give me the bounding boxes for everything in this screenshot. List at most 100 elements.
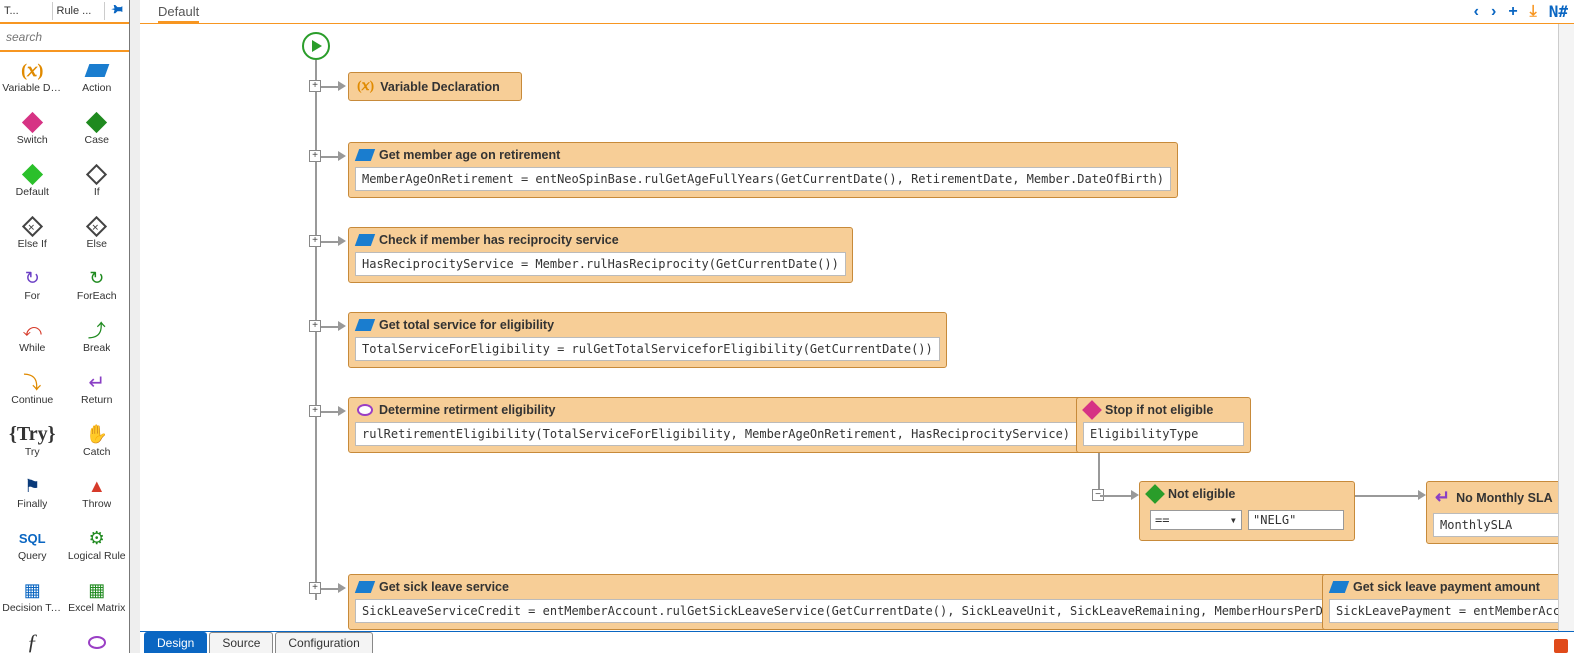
- node-determine-eligibility[interactable]: Determine retirment eligibility rulRetir…: [348, 397, 1084, 453]
- node-no-monthly-sla[interactable]: ↵ No Monthly SLA MonthlySLA: [1426, 481, 1574, 544]
- palette-label: Case: [84, 134, 109, 146]
- palette-label: While: [19, 342, 45, 354]
- tab-source[interactable]: Source: [209, 632, 273, 653]
- arrowhead-icon: [338, 321, 346, 331]
- palette-label: Catch: [83, 446, 110, 458]
- case-value-input[interactable]: "NELG": [1248, 510, 1344, 530]
- palette-label: Query: [18, 550, 47, 562]
- palette-while[interactable]: ⤺While: [0, 318, 65, 370]
- palette-else-if[interactable]: ✕Else If: [0, 214, 65, 266]
- node-code[interactable]: HasReciprocityService = Member.rulHasRec…: [355, 252, 846, 276]
- main-header: Default ‹ › + ⤓ N#: [140, 0, 1574, 24]
- decision-table-icon: ▦: [24, 578, 41, 602]
- node-total-service[interactable]: Get total service for eligibility TotalS…: [348, 312, 947, 368]
- nhash-icon[interactable]: N#: [1549, 2, 1568, 21]
- palette-label: Switch: [17, 134, 48, 146]
- palette-rule-call[interactable]: [65, 630, 130, 653]
- node-sick-leave-payment[interactable]: Get sick leave payment amount SickLeaveP…: [1322, 574, 1574, 630]
- error-indicator-icon[interactable]: [1554, 639, 1568, 653]
- palette-finally[interactable]: ⚑Finally: [0, 474, 65, 526]
- node-title: Get sick leave service: [379, 580, 509, 594]
- break-icon: ⤴: [88, 318, 106, 342]
- expand-toggle[interactable]: +: [309, 235, 321, 247]
- palette-return[interactable]: ↵Return: [65, 370, 130, 422]
- node-code[interactable]: MemberAgeOnRetirement = entNeoSpinBase.r…: [355, 167, 1171, 191]
- finally-icon: ⚑: [24, 474, 40, 498]
- palette-if[interactable]: If: [65, 162, 130, 214]
- palette-query[interactable]: SQLQuery: [0, 526, 65, 578]
- tab-configuration[interactable]: Configuration: [275, 632, 372, 653]
- node-stop-if-not-eligible[interactable]: Stop if not eligible EligibilityType: [1076, 397, 1251, 453]
- palette-case[interactable]: Case: [65, 110, 130, 162]
- palette-switch[interactable]: Switch: [0, 110, 65, 162]
- add-icon[interactable]: +: [1508, 3, 1517, 21]
- download-icon[interactable]: ⤓: [1530, 3, 1537, 21]
- palette-label: Else: [87, 238, 107, 250]
- palette-label: Else If: [18, 238, 47, 250]
- palette-throw[interactable]: ▲Throw: [65, 474, 130, 526]
- continue-icon: ⤵: [23, 370, 41, 394]
- canvas-scrollbar[interactable]: [1558, 24, 1574, 631]
- run-button[interactable]: [302, 32, 330, 60]
- palette-continue[interactable]: ⤵Continue: [0, 370, 65, 422]
- node-not-eligible[interactable]: Not eligible ==▾ "NELG": [1139, 481, 1355, 541]
- node-code[interactable]: TotalServiceForEligibility = rulGetTotal…: [355, 337, 940, 361]
- palette-catch[interactable]: ✋Catch: [65, 422, 130, 474]
- node-variable-declaration[interactable]: (𝑥) Variable Declaration: [348, 72, 522, 101]
- flow-canvas[interactable]: + + + + + − −: [140, 24, 1574, 653]
- node-code[interactable]: EligibilityType: [1083, 422, 1244, 446]
- palette-action[interactable]: Action: [65, 58, 130, 110]
- palette-variable-declaration[interactable]: (𝑥)Variable Decla...: [0, 58, 65, 110]
- node-title: Get total service for eligibility: [379, 318, 554, 332]
- foreach-icon: ↻: [89, 266, 104, 290]
- node-code[interactable]: rulRetirementEligibility(TotalServiceFor…: [355, 422, 1077, 446]
- action-icon: [1329, 581, 1349, 593]
- node-title: No Monthly SLA: [1456, 491, 1553, 505]
- palette-default[interactable]: Default: [0, 162, 65, 214]
- expand-toggle[interactable]: +: [309, 405, 321, 417]
- logical-rule-icon: ⚙: [89, 526, 105, 550]
- header-actions: ‹ › + ⤓ N#: [1474, 2, 1568, 21]
- node-code[interactable]: SickLeavePayment = entMemberAccount.rulG…: [1329, 599, 1574, 623]
- node-sick-leave-service[interactable]: Get sick leave service SickLeaveServiceC…: [348, 574, 1359, 630]
- palette-foreach[interactable]: ↻ForEach: [65, 266, 130, 318]
- arrowhead-icon: [1131, 490, 1139, 500]
- palette-logical-rule[interactable]: ⚙Logical Rule: [65, 526, 130, 578]
- palette-label: Throw: [82, 498, 111, 510]
- sidebar-tab-rule[interactable]: Rule ...: [53, 2, 106, 20]
- default-icon: [25, 162, 40, 186]
- palette-label: Action: [82, 82, 111, 94]
- palette-label: Try: [25, 446, 40, 458]
- for-icon: ↻: [25, 266, 40, 290]
- palette-try[interactable]: {Try}Try: [0, 422, 65, 474]
- palette-excel-matrix[interactable]: ▦Excel Matrix: [65, 578, 130, 630]
- expand-toggle[interactable]: +: [309, 320, 321, 332]
- nav-next-icon[interactable]: ›: [1491, 3, 1496, 21]
- palette-decision-table[interactable]: ▦Decision Table: [0, 578, 65, 630]
- expand-toggle[interactable]: +: [309, 80, 321, 92]
- return-icon: ↵: [1435, 487, 1450, 508]
- palette-else[interactable]: ✕Else: [65, 214, 130, 266]
- node-title: Get member age on retirement: [379, 148, 560, 162]
- operator-select[interactable]: ==▾: [1150, 510, 1242, 530]
- palette-for[interactable]: ↻For: [0, 266, 65, 318]
- action-icon: [87, 58, 107, 82]
- else-if-icon: ✕: [25, 214, 40, 238]
- palette-break[interactable]: ⤴Break: [65, 318, 130, 370]
- sidebar-tab-toolbox[interactable]: T...: [0, 2, 53, 20]
- excel-matrix-icon: ▦: [88, 578, 105, 602]
- node-code[interactable]: SickLeaveServiceCredit = entMemberAccoun…: [355, 599, 1352, 623]
- palette-function[interactable]: ƒ: [0, 630, 65, 653]
- node-check-reciprocity[interactable]: Check if member has reciprocity service …: [348, 227, 853, 283]
- node-code[interactable]: MonthlySLA: [1433, 513, 1574, 537]
- expand-toggle[interactable]: +: [309, 150, 321, 162]
- variable-declaration-icon: (𝑥): [21, 58, 43, 82]
- palette-label: Break: [83, 342, 110, 354]
- nav-prev-icon[interactable]: ‹: [1474, 3, 1479, 21]
- node-title: Check if member has reciprocity service: [379, 233, 619, 247]
- expand-toggle[interactable]: +: [309, 582, 321, 594]
- tab-design[interactable]: Design: [144, 632, 207, 653]
- sidebar-scrollbar[interactable]: [130, 0, 140, 653]
- node-get-member-age[interactable]: Get member age on retirement MemberAgeOn…: [348, 142, 1178, 198]
- pin-icon[interactable]: [105, 3, 129, 20]
